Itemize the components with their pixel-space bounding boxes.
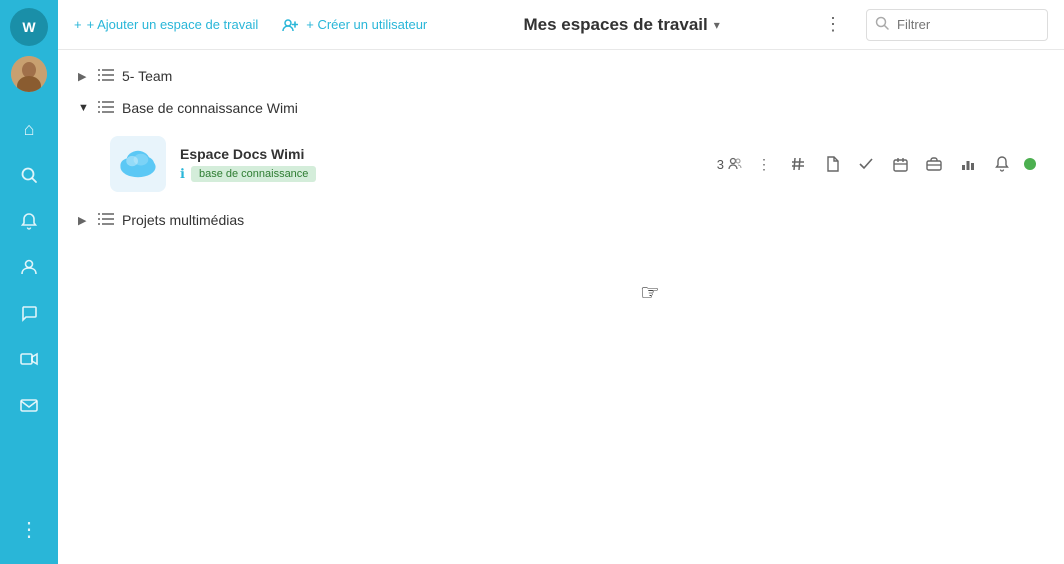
- sidebar: W ⌂: [0, 0, 58, 564]
- knowledge-base-label: Base de connaissance Wimi: [122, 100, 298, 116]
- file-button[interactable]: [816, 148, 848, 180]
- tree-item-multimedia[interactable]: ▶ Projets multimédias: [74, 204, 1048, 236]
- list-icon: [98, 68, 114, 84]
- chart-button[interactable]: [952, 148, 984, 180]
- workspace-row-docs-wimi[interactable]: Espace Docs Wimi ℹ base de connaissance …: [98, 128, 1048, 200]
- search-icon[interactable]: [10, 156, 48, 194]
- notification-button[interactable]: [986, 148, 1018, 180]
- check-button[interactable]: [850, 148, 882, 180]
- add-workspace-icon: +: [74, 17, 82, 32]
- svg-text:W: W: [22, 19, 36, 35]
- add-workspace-label: + Ajouter un espace de travail: [87, 17, 259, 32]
- multimedia-group-label: Projets multimédias: [122, 212, 244, 228]
- contacts-icon[interactable]: [10, 248, 48, 286]
- topbar: + + Ajouter un espace de travail + Créer…: [58, 0, 1064, 50]
- team-group-label: 5- Team: [122, 68, 172, 84]
- workspace-badge-row: ℹ base de connaissance: [180, 166, 717, 182]
- topbar-more-icon[interactable]: ⋮: [816, 10, 850, 39]
- tree-item-team[interactable]: ▶ 5- Team: [74, 60, 1048, 92]
- search-bar: [866, 9, 1048, 41]
- list-icon-3: [98, 212, 114, 228]
- create-user-icon: [282, 17, 301, 33]
- chat-icon[interactable]: [10, 294, 48, 332]
- add-workspace-button[interactable]: + + Ajouter un espace de travail: [74, 17, 258, 32]
- filter-input[interactable]: [897, 17, 1047, 32]
- members-number: 3: [717, 157, 724, 172]
- chevron-down-icon: ▼: [78, 102, 90, 114]
- member-count: 3: [717, 157, 742, 172]
- bell-icon[interactable]: [10, 202, 48, 240]
- briefcase-button[interactable]: [918, 148, 950, 180]
- knowledge-base-contents: Espace Docs Wimi ℹ base de connaissance …: [98, 128, 1048, 200]
- video-icon[interactable]: [10, 340, 48, 378]
- chevron-right-icon: ▶: [78, 70, 90, 83]
- mail-icon[interactable]: [10, 386, 48, 424]
- page-title: Mes espaces de travail: [523, 15, 707, 35]
- search-bar-icon: [867, 16, 897, 33]
- online-status-indicator: [1024, 158, 1036, 170]
- workspace-name: Espace Docs Wimi: [180, 146, 717, 162]
- workspace-list: ▶ 5- Team ▼: [58, 50, 1064, 564]
- create-user-button[interactable]: + Créer un utilisateur: [274, 17, 427, 33]
- topbar-title-area: Mes espaces de travail ▾: [443, 15, 800, 35]
- list-icon-2: [98, 100, 114, 116]
- main-content: + + Ajouter un espace de travail + Créer…: [58, 0, 1064, 564]
- more-options-button[interactable]: ⋮: [748, 148, 780, 180]
- workspace-info: Espace Docs Wimi ℹ base de connaissance: [180, 146, 717, 182]
- workspace-actions: 3 ⋮: [717, 148, 1036, 180]
- workspace-thumbnail: [110, 136, 166, 192]
- chevron-right-icon-2: ▶: [78, 214, 90, 227]
- workspace-badge: base de connaissance: [191, 166, 316, 182]
- home-icon[interactable]: ⌂: [10, 110, 48, 148]
- more-dots-icon[interactable]: ⋮: [10, 510, 48, 548]
- user-avatar[interactable]: [11, 56, 47, 92]
- create-user-label: + Créer un utilisateur: [306, 17, 427, 32]
- calendar-button[interactable]: [884, 148, 916, 180]
- title-dropdown-icon[interactable]: ▾: [714, 18, 720, 32]
- app-logo[interactable]: W: [10, 8, 48, 46]
- info-icon: ℹ: [180, 166, 185, 182]
- tree-item-knowledge-base[interactable]: ▼ Base de connaissance Wimi: [74, 92, 1048, 124]
- hashtag-button[interactable]: [782, 148, 814, 180]
